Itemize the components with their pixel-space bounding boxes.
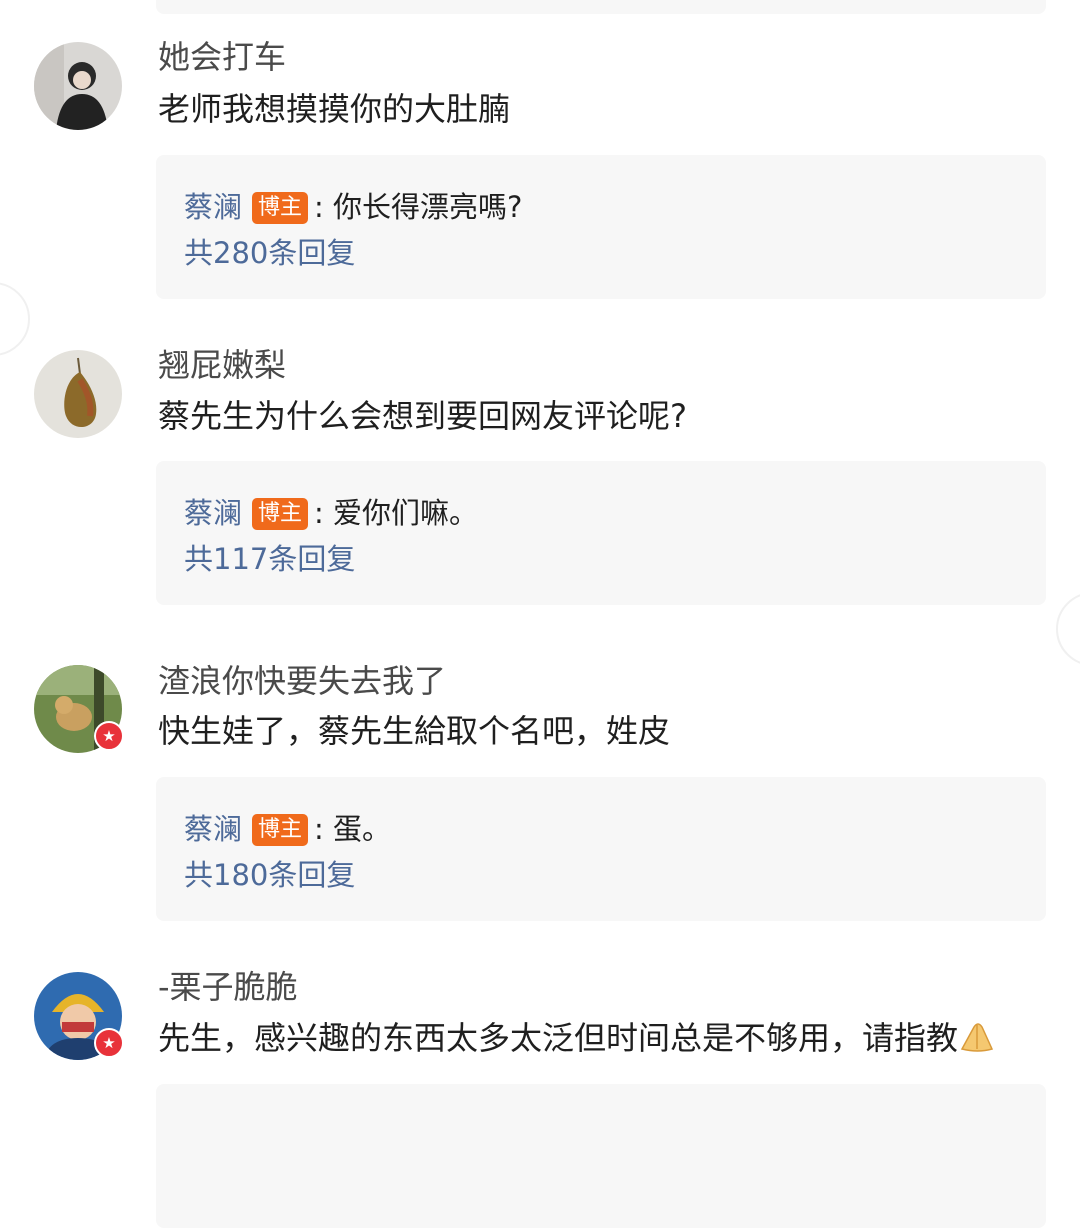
comment-text: 快生娃了，蔡先生給取个名吧，姓皮 — [158, 712, 671, 750]
reply-text: : 蛋。 — [314, 812, 392, 846]
reply-preview[interactable]: 蔡澜 博主: 你长得漂亮嗎? 共280条回复 — [156, 155, 1046, 299]
comment-text: 先生，感兴趣的东西太多太泛但时间总是不够用，请指教 — [158, 1018, 996, 1062]
reply-author-name[interactable]: 蔡澜 — [184, 190, 242, 224]
host-badge: 博主 — [252, 192, 309, 224]
reply-author-name[interactable]: 蔡澜 — [184, 496, 242, 530]
reply-preview[interactable] — [156, 1084, 1046, 1228]
reply-line: 蔡澜 博主: 爱你们嘛。 — [184, 493, 478, 533]
host-badge: 博主 — [252, 814, 309, 846]
comment-text-body: 先生，感兴趣的东西太多太泛但时间总是不够用，请指教 — [158, 1019, 959, 1057]
reply-count-link[interactable]: 共280条回复 — [184, 233, 355, 273]
folded-hands-emoji-icon — [958, 1019, 996, 1062]
reply-author-name[interactable]: 蔡澜 — [184, 812, 242, 846]
avatar[interactable] — [34, 350, 122, 438]
comment-username[interactable]: 她会打车 — [158, 37, 286, 77]
reply-count-link[interactable]: 共117条回复 — [184, 539, 355, 579]
host-badge: 博主 — [252, 498, 309, 530]
reply-text: : 爱你们嘛。 — [314, 496, 479, 530]
avatar[interactable]: ★ — [34, 665, 124, 753]
comment-username[interactable]: 翘屁嫩梨 — [158, 345, 286, 385]
comment-username[interactable]: 渣浪你快要失去我了 — [158, 661, 446, 701]
scroll-edge-decoration — [1056, 592, 1080, 666]
avatar[interactable] — [34, 42, 122, 130]
comment-text: 老师我想摸摸你的大肚腩 — [158, 90, 511, 128]
reply-line: 蔡澜 博主: 你长得漂亮嗎? — [184, 187, 522, 227]
scroll-edge-decoration — [0, 282, 30, 356]
reply-line: 蔡澜 博主: 蛋。 — [184, 809, 391, 849]
reply-preview[interactable]: 蔡澜 博主: 蛋。 共180条回复 — [156, 777, 1046, 921]
verified-badge-icon: ★ — [94, 1028, 124, 1058]
verified-badge-icon: ★ — [94, 721, 124, 751]
comment-username[interactable]: -栗子脆脆 — [158, 967, 298, 1007]
reply-count-link[interactable]: 共180条回复 — [184, 855, 355, 895]
avatar[interactable]: ★ — [34, 972, 124, 1060]
reply-preview[interactable]: 蔡澜 博主: 爱你们嘛。 共117条回复 — [156, 461, 1046, 605]
comment-text: 蔡先生为什么会想到要回网友评论呢? — [158, 397, 687, 435]
previous-reply-box-edge — [156, 0, 1046, 14]
reply-text: : 你长得漂亮嗎? — [314, 190, 523, 224]
